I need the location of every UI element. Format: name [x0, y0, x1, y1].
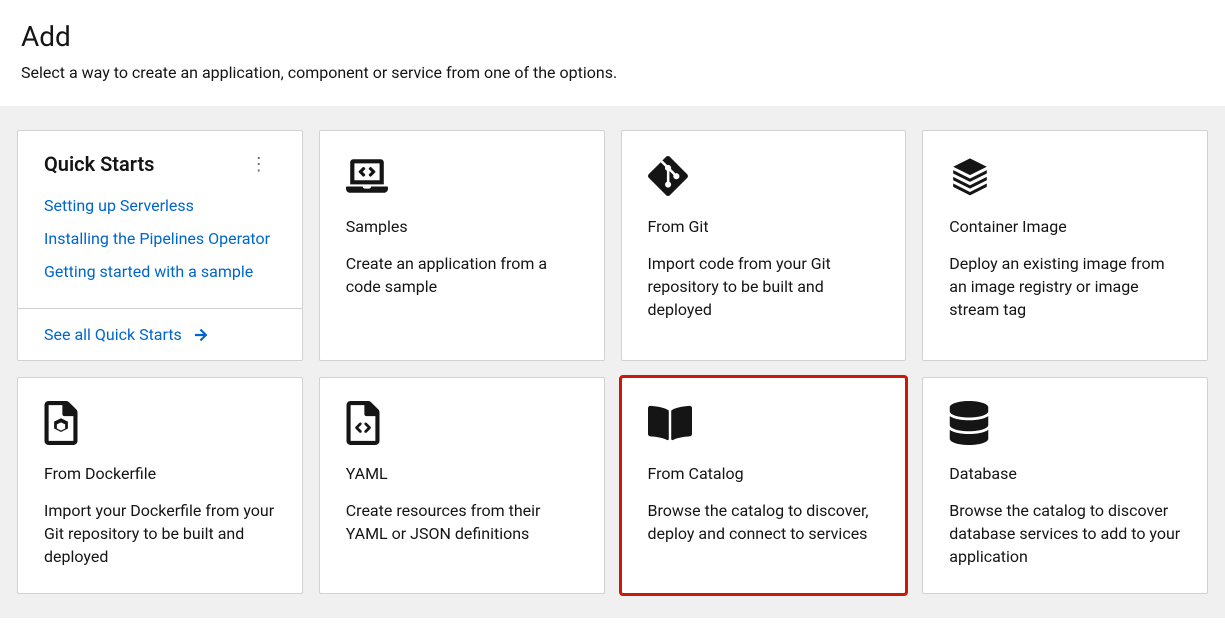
- quick-starts-title: Quick Starts: [44, 152, 154, 176]
- card-description: Import code from your Git repository to …: [648, 252, 880, 322]
- laptop-code-icon: [346, 155, 578, 197]
- layers-icon: [949, 155, 1181, 197]
- quick-starts-card: Quick Starts ⋮ Setting up Serverless Ins…: [17, 130, 303, 361]
- database-card[interactable]: Database Browse the catalog to discover …: [922, 377, 1208, 594]
- card-description: Browse the catalog to discover database …: [949, 499, 1181, 569]
- card-description: Import your Dockerfile from your Git rep…: [44, 499, 276, 569]
- arrow-right-icon: [194, 328, 208, 342]
- from-catalog-card[interactable]: From Catalog Browse the catalog to disco…: [621, 377, 907, 594]
- card-title: From Dockerfile: [44, 464, 276, 483]
- quick-starts-links: Setting up Serverless Installing the Pip…: [18, 189, 302, 308]
- card-title: YAML: [346, 464, 578, 483]
- content-area: Quick Starts ⋮ Setting up Serverless Ins…: [0, 106, 1225, 618]
- see-all-label: See all Quick Starts: [44, 325, 182, 344]
- card-description: Create an application from a code sample: [346, 252, 578, 298]
- quick-starts-header: Quick Starts ⋮: [18, 131, 302, 189]
- card-description: Deploy an existing image from an image r…: [949, 252, 1181, 322]
- quickstart-link-pipelines[interactable]: Installing the Pipelines Operator: [44, 222, 276, 255]
- page-subtitle: Select a way to create an application, c…: [21, 63, 1204, 82]
- card-title: Container Image: [949, 217, 1181, 236]
- yaml-card[interactable]: YAML Create resources from their YAML or…: [319, 377, 605, 594]
- samples-card[interactable]: Samples Create an application from a cod…: [319, 130, 605, 361]
- card-title: From Git: [648, 217, 880, 236]
- card-title: Database: [949, 464, 1181, 483]
- card-title: From Catalog: [648, 464, 880, 483]
- quickstart-link-sample[interactable]: Getting started with a sample: [44, 255, 276, 288]
- from-git-card[interactable]: From Git Import code from your Git repos…: [621, 130, 907, 361]
- quick-starts-footer: See all Quick Starts: [18, 308, 302, 360]
- page-title: Add: [21, 20, 1204, 53]
- from-dockerfile-card[interactable]: From Dockerfile Import your Dockerfile f…: [17, 377, 303, 594]
- file-cube-icon: [44, 402, 276, 444]
- see-all-quickstarts-link[interactable]: See all Quick Starts: [44, 325, 208, 344]
- kebab-menu-button[interactable]: ⋮: [242, 151, 276, 177]
- card-title: Samples: [346, 217, 578, 236]
- kebab-icon: ⋮: [250, 154, 268, 174]
- git-icon: [648, 155, 880, 197]
- container-image-card[interactable]: Container Image Deploy an existing image…: [922, 130, 1208, 361]
- file-code-icon: [346, 402, 578, 444]
- page-header: Add Select a way to create an applicatio…: [0, 0, 1225, 106]
- card-grid: Quick Starts ⋮ Setting up Serverless Ins…: [17, 130, 1208, 594]
- book-open-icon: [648, 402, 880, 444]
- card-description: Browse the catalog to discover, deploy a…: [648, 499, 880, 545]
- card-description: Create resources from their YAML or JSON…: [346, 499, 578, 545]
- database-icon: [949, 402, 1181, 444]
- quickstart-link-serverless[interactable]: Setting up Serverless: [44, 189, 276, 222]
